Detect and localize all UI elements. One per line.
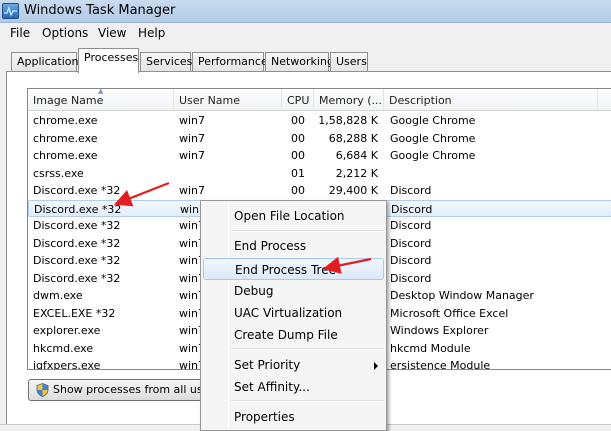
menu-separator (231, 400, 384, 402)
table-row[interactable]: csrss.exe 01 2,212 K (28, 165, 611, 182)
sort-ascending-icon: ▲ (98, 88, 104, 95)
cell-memory: 6,684 K (335, 149, 378, 162)
cell-image-name: Discord.exe *32 (33, 254, 121, 267)
cell-description: Google Chrome (390, 149, 476, 162)
cell-cpu: 01 (291, 166, 305, 180)
column-user-name-label: User Name (179, 94, 241, 107)
title-bar: Windows Task Manager (0, 0, 611, 23)
table-row[interactable]: Discord.exe *32 win7 00 29,400 K Discord (28, 182, 611, 199)
cell-image-name: Discord.exe *32 (33, 271, 121, 285)
cell-image-name: csrss.exe (33, 166, 84, 180)
cell-image-name: EXCEL.EXE *32 (33, 306, 116, 320)
cell-image-name: chrome.exe (33, 149, 98, 162)
menu-create-dump-file[interactable]: Create Dump File (203, 324, 384, 346)
cell-description: hkcmd Module (390, 341, 471, 355)
cell-cpu: 00 (291, 184, 305, 197)
menu-help[interactable]: Help (137, 26, 166, 40)
column-header: Image Name ▲ User Name CPU Memory (... D… (28, 89, 611, 111)
cell-memory: 2,212 K (335, 166, 378, 180)
cell-user-name: win7 (179, 149, 206, 162)
cell-image-name: Discord.exe *32 (33, 219, 121, 232)
cell-description: Discord (391, 202, 433, 216)
cell-image-name: Discord.exe *32 (33, 184, 121, 197)
cell-user-name: win7 (179, 114, 206, 127)
cell-description: Google Chrome (390, 131, 476, 145)
cell-cpu: 00 (291, 149, 305, 162)
menu-separator (231, 230, 384, 232)
cell-cpu: 00 (291, 131, 305, 145)
tab-services[interactable]: Services (140, 52, 192, 72)
column-memory-label: Memory (... (319, 94, 383, 107)
cell-image-name: dwm.exe (33, 289, 83, 302)
uac-shield-icon (36, 383, 49, 397)
column-description[interactable]: Description (384, 89, 598, 111)
cell-description: Microsoft Office Excel (390, 306, 509, 320)
menu-open-file-location[interactable]: Open File Location (203, 205, 384, 227)
cell-description: ersistence Module (390, 359, 491, 370)
menu-set-priority[interactable]: Set Priority (203, 354, 384, 376)
column-cpu-label: CPU (287, 94, 310, 107)
cell-memory: 1,58,828 K (318, 114, 378, 127)
tab-performance[interactable]: Performance (192, 52, 268, 72)
menu-view[interactable]: View (97, 26, 127, 40)
menu-end-process[interactable]: End Process (203, 235, 384, 257)
submenu-arrow-icon (374, 362, 378, 370)
menu-debug[interactable]: Debug (203, 280, 384, 302)
menu-uac-virtualization[interactable]: UAC Virtualization (203, 302, 384, 324)
cell-description: Desktop Window Manager (390, 289, 534, 302)
cell-cpu: 00 (291, 114, 305, 127)
tab-networking[interactable]: Networking (265, 52, 334, 72)
menu-bar: File Options View Help (0, 23, 611, 44)
tab-strip: Applications Processes Services Performa… (0, 44, 611, 73)
column-user-name[interactable]: User Name (174, 89, 282, 111)
column-image-name-label: Image Name (33, 94, 104, 107)
tab-processes[interactable]: Processes (78, 48, 139, 73)
window-title: Windows Task Manager (24, 3, 176, 18)
menu-file[interactable]: File (9, 26, 31, 40)
column-description-label: Description (389, 94, 452, 107)
menu-separator (231, 348, 384, 350)
cell-description: Discord (390, 184, 432, 197)
menu-end-process-tree[interactable]: End Process Tree (203, 258, 384, 280)
table-row[interactable]: chrome.exe win7 00 68,288 K Google Chrome (28, 130, 611, 147)
cell-image-name: explorer.exe (33, 324, 101, 337)
cell-memory: 68,288 K (328, 131, 378, 145)
tab-users[interactable]: Users (330, 52, 368, 72)
menu-properties[interactable]: Properties (203, 406, 384, 428)
cell-description: Windows Explorer (390, 324, 489, 337)
context-menu: Open File Location End Process End Proce… (200, 200, 387, 431)
cell-description: Google Chrome (390, 114, 476, 127)
cell-image-name: chrome.exe (33, 131, 98, 145)
task-manager-icon (2, 3, 19, 19)
show-all-users-button[interactable]: Show processes from all users (28, 379, 203, 401)
cell-description: Discord (390, 236, 432, 250)
cell-image-name: Discord.exe *32 (33, 236, 121, 250)
column-image-name[interactable]: Image Name ▲ (28, 89, 174, 111)
column-cpu[interactable]: CPU (282, 89, 314, 111)
cell-description: Discord (390, 254, 432, 267)
cell-description: Discord (390, 271, 432, 285)
menu-options[interactable]: Options (41, 26, 89, 40)
cell-image-name: Discord.exe *32 (34, 202, 122, 216)
cell-image-name: hkcmd.exe (33, 341, 94, 355)
table-row[interactable]: chrome.exe win7 00 1,58,828 K Google Chrome (28, 112, 611, 129)
tab-applications[interactable]: Applications (11, 52, 84, 72)
cell-image-name: igfxpers.exe (33, 359, 101, 370)
cell-description: Discord (390, 219, 432, 232)
cell-user-name: win7 (179, 184, 206, 197)
cell-memory: 29,400 K (328, 184, 378, 197)
column-memory[interactable]: Memory (... (314, 89, 384, 111)
cell-image-name: chrome.exe (33, 114, 98, 127)
cell-user-name: win7 (179, 131, 206, 145)
table-row[interactable]: chrome.exe win7 00 6,684 K Google Chrome (28, 147, 611, 164)
show-all-users-label: Show processes from all users (53, 383, 203, 396)
menu-set-priority-label: Set Priority (234, 358, 301, 372)
menu-set-affinity[interactable]: Set Affinity... (203, 376, 384, 398)
